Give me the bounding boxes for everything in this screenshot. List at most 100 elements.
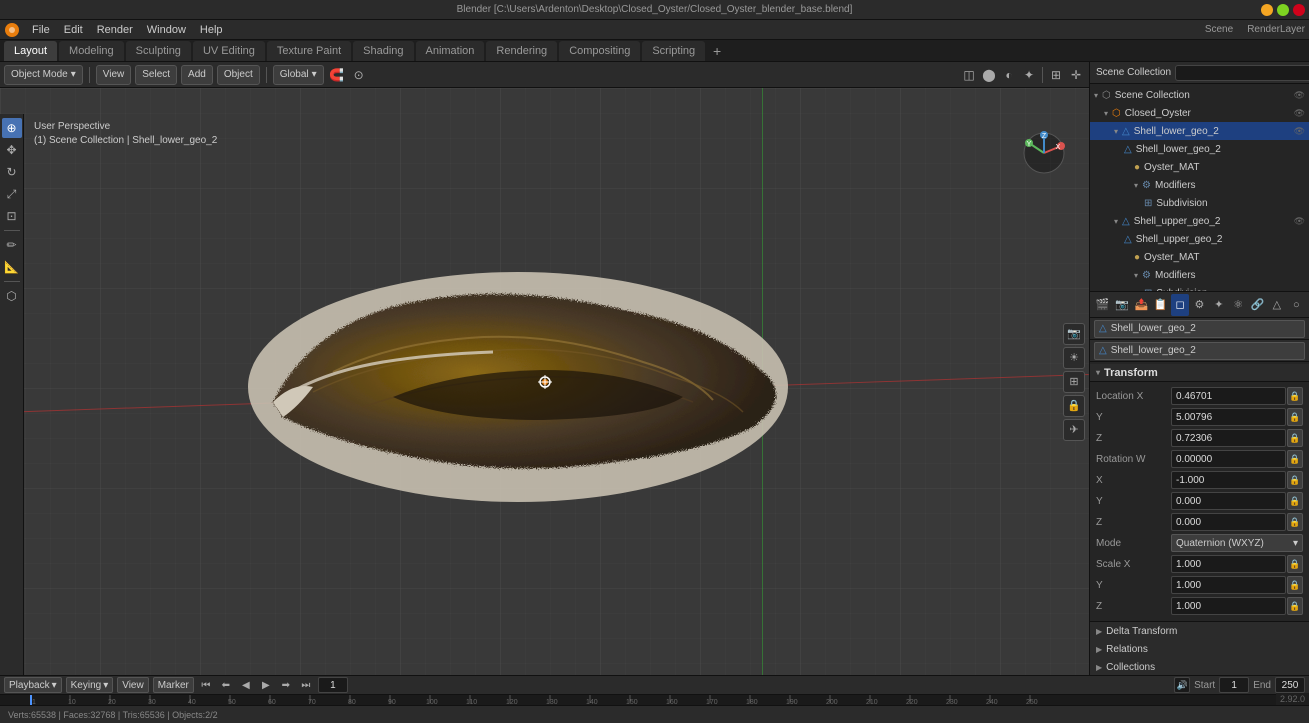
- tab-scripting[interactable]: Scripting: [642, 41, 705, 61]
- outline-subdivision-1[interactable]: ⊞ Subdivision: [1090, 194, 1309, 212]
- rotation-w-lock[interactable]: 🔒: [1287, 450, 1303, 468]
- rotation-mode-select[interactable]: Quaternion (WXYZ) ▾: [1171, 534, 1303, 552]
- timeline-track[interactable]: 1 10 20 30 40 50 60 70 80 90 1: [0, 695, 1309, 705]
- play-reverse-btn[interactable]: ◀: [238, 677, 254, 693]
- move-tool[interactable]: ✥: [2, 140, 22, 160]
- sun-icon[interactable]: ☀: [1063, 347, 1085, 369]
- view-menu-tl[interactable]: View: [117, 677, 149, 693]
- current-frame-input[interactable]: 1: [318, 677, 348, 693]
- outline-shell-lower-mesh[interactable]: △ Shell_lower_geo_2: [1090, 140, 1309, 158]
- prop-tab-render[interactable]: 📷: [1113, 294, 1130, 316]
- location-x-value[interactable]: 0.46701: [1171, 387, 1286, 405]
- transform-header[interactable]: ▾ Transform: [1090, 364, 1309, 382]
- tab-modeling[interactable]: Modeling: [59, 41, 124, 61]
- outline-modifiers-2[interactable]: ▾ ⚙ Modifiers: [1090, 266, 1309, 284]
- proportional-icon[interactable]: ⊙: [350, 66, 368, 84]
- scale-x-value[interactable]: 1.000: [1171, 555, 1286, 573]
- prop-tab-object[interactable]: ◻: [1171, 294, 1188, 316]
- tab-shading[interactable]: Shading: [353, 41, 413, 61]
- minimize-button[interactable]: [1261, 4, 1273, 16]
- object-menu[interactable]: Object: [217, 65, 260, 85]
- outline-oyster-mat-1[interactable]: ● Oyster_MAT: [1090, 158, 1309, 176]
- add-primitive-tool[interactable]: ⬡: [2, 286, 22, 306]
- object-mode-dropdown[interactable]: Object Mode ▾: [4, 65, 83, 85]
- viewport-scene[interactable]: ⊕ ✥ ↻ ⤢ ⊡ ✏ 📐 ⬡ User Perspective (1) Sce…: [0, 88, 1089, 675]
- scale-x-lock[interactable]: 🔒: [1287, 555, 1303, 573]
- prop-tab-modifier[interactable]: ⚙: [1191, 294, 1208, 316]
- step-back-btn[interactable]: ⬅: [218, 677, 234, 693]
- scale-tool[interactable]: ⤢: [2, 184, 22, 204]
- material-shading-btn[interactable]: ◐: [1000, 66, 1018, 84]
- outline-closed-oyster[interactable]: ▾ ⬡ Closed_Oyster 👁: [1090, 104, 1309, 122]
- rendered-shading-btn[interactable]: ✦: [1020, 66, 1038, 84]
- scale-z-lock[interactable]: 🔒: [1287, 597, 1303, 615]
- keying-menu[interactable]: Keying ▾: [66, 677, 114, 693]
- outline-shell-lower-parent[interactable]: ▾ △ Shell_lower_geo_2 👁: [1090, 122, 1309, 140]
- outline-oyster-mat-2[interactable]: ● Oyster_MAT: [1090, 248, 1309, 266]
- view-menu[interactable]: View: [96, 65, 132, 85]
- rotation-x-lock[interactable]: 🔒: [1287, 471, 1303, 489]
- wireframe-shading-btn[interactable]: ◫: [960, 66, 978, 84]
- transform-tool[interactable]: ⊡: [2, 206, 22, 226]
- delta-transform-header[interactable]: ▶ Delta Transform: [1090, 622, 1309, 640]
- rotation-x-value[interactable]: -1.000: [1171, 471, 1286, 489]
- gizmo-toggle[interactable]: ✛: [1067, 66, 1085, 84]
- object-data-selector-btn[interactable]: △ Shell_lower_geo_2: [1094, 342, 1305, 360]
- measure-tool[interactable]: 📐: [2, 257, 22, 277]
- scale-y-lock[interactable]: 🔒: [1287, 576, 1303, 594]
- viewport-3d[interactable]: Object Mode ▾ View Select Add Object Glo…: [0, 62, 1089, 675]
- menu-render[interactable]: Render: [91, 20, 139, 40]
- menu-file[interactable]: File: [26, 20, 56, 40]
- location-z-lock[interactable]: 🔒: [1287, 429, 1303, 447]
- prop-tab-material[interactable]: ○: [1288, 294, 1305, 316]
- cursor-tool[interactable]: ⊕: [2, 118, 22, 138]
- prop-tab-output[interactable]: 📤: [1133, 294, 1150, 316]
- rotation-z-lock[interactable]: 🔒: [1287, 513, 1303, 531]
- tab-sculpting[interactable]: Sculpting: [126, 41, 191, 61]
- start-frame-input[interactable]: 1: [1219, 677, 1249, 693]
- rotation-w-value[interactable]: 0.00000: [1171, 450, 1286, 468]
- prop-tab-particles[interactable]: ✦: [1210, 294, 1227, 316]
- maximize-button[interactable]: [1277, 4, 1289, 16]
- close-button[interactable]: [1293, 4, 1305, 16]
- tab-compositing[interactable]: Compositing: [559, 41, 640, 61]
- step-forward-btn[interactable]: ➡: [278, 677, 294, 693]
- tab-rendering[interactable]: Rendering: [486, 41, 557, 61]
- outline-scene-collection[interactable]: ▾ ⬡ Scene Collection 👁: [1090, 86, 1309, 104]
- rotation-y-value[interactable]: 0.000: [1171, 492, 1286, 510]
- marker-menu[interactable]: Marker: [153, 677, 194, 693]
- overlay-toggle[interactable]: ⊞: [1047, 66, 1065, 84]
- prop-tab-viewlayer[interactable]: 📋: [1152, 294, 1169, 316]
- snap-icon[interactable]: 🧲: [328, 66, 346, 84]
- play-btn[interactable]: ▶: [258, 677, 274, 693]
- playback-menu[interactable]: Playback ▾: [4, 677, 62, 693]
- menu-window[interactable]: Window: [141, 20, 192, 40]
- global-dropdown[interactable]: Global ▾: [273, 65, 324, 85]
- jump-start-btn[interactable]: ⏮: [198, 677, 214, 693]
- collections-header[interactable]: ▶ Collections: [1090, 658, 1309, 675]
- scale-z-value[interactable]: 1.000: [1171, 597, 1286, 615]
- menu-help[interactable]: Help: [194, 20, 229, 40]
- location-z-value[interactable]: 0.72306: [1171, 429, 1286, 447]
- audio-mute-btn[interactable]: 🔊: [1174, 677, 1190, 693]
- outline-modifiers-1[interactable]: ▾ ⚙ Modifiers: [1090, 176, 1309, 194]
- annotate-tool[interactable]: ✏: [2, 235, 22, 255]
- location-y-value[interactable]: 5.00796: [1171, 408, 1286, 426]
- jump-end-btn[interactable]: ⏭: [298, 677, 314, 693]
- rotate-tool[interactable]: ↻: [2, 162, 22, 182]
- tab-animation[interactable]: Animation: [416, 41, 485, 61]
- add-workspace-button[interactable]: +: [707, 41, 727, 61]
- add-menu[interactable]: Add: [181, 65, 213, 85]
- prop-tab-physics[interactable]: ⚛: [1230, 294, 1247, 316]
- select-menu[interactable]: Select: [135, 65, 177, 85]
- prop-tab-constraints[interactable]: 🔗: [1249, 294, 1266, 316]
- tab-uv-editing[interactable]: UV Editing: [193, 41, 265, 61]
- relations-header[interactable]: ▶ Relations: [1090, 640, 1309, 658]
- location-x-lock[interactable]: 🔒: [1287, 387, 1303, 405]
- prop-tab-data[interactable]: △: [1268, 294, 1285, 316]
- end-frame-input[interactable]: 250: [1275, 677, 1305, 693]
- location-y-lock[interactable]: 🔒: [1287, 408, 1303, 426]
- object-selector-btn[interactable]: △ Shell_lower_geo_2: [1094, 320, 1305, 338]
- outline-shell-upper-mesh[interactable]: △ Shell_upper_geo_2: [1090, 230, 1309, 248]
- tab-texture-paint[interactable]: Texture Paint: [267, 41, 351, 61]
